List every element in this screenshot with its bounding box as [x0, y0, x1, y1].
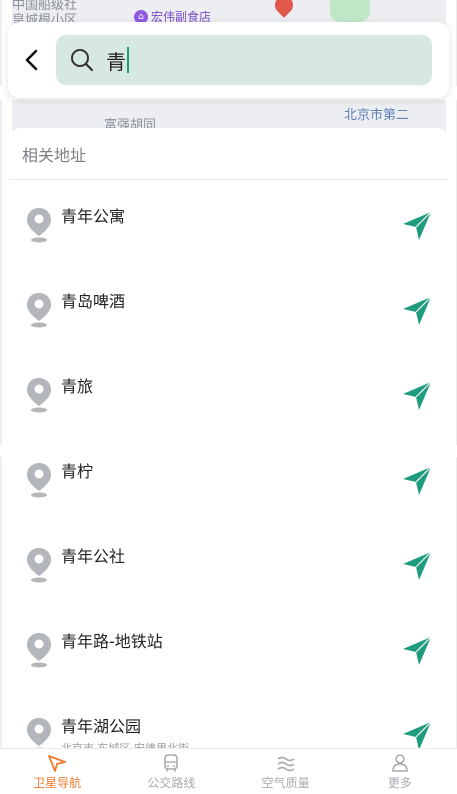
- navigate-arrow-icon[interactable]: [401, 210, 433, 242]
- navigate-arrow-icon[interactable]: [401, 550, 433, 582]
- results-header: 相关地址: [10, 128, 447, 180]
- search-icon: [70, 47, 96, 73]
- wind-waves-icon: [277, 756, 295, 771]
- result-item[interactable]: 青柠: [10, 435, 447, 520]
- result-name: 青年湖公园: [61, 717, 142, 736]
- map-green-area: [330, 0, 370, 22]
- result-name: 青柠: [61, 462, 94, 481]
- tab-bus-route[interactable]: 公交路线: [114, 749, 228, 794]
- navigate-arrow-icon[interactable]: [401, 295, 433, 327]
- tab-label: 卫星导航: [33, 775, 82, 790]
- tab-label: 公交路线: [147, 775, 196, 790]
- location-pin-icon: [27, 718, 51, 750]
- result-name: 青岛啤酒: [61, 292, 126, 311]
- search-input-value: 青: [106, 49, 126, 74]
- chevron-left-icon: [25, 49, 38, 71]
- result-name: 青旅: [61, 377, 94, 396]
- location-pin-icon: [27, 633, 51, 668]
- result-name: 青年公社: [61, 547, 126, 566]
- result-item[interactable]: 青年路-地铁站: [10, 605, 447, 690]
- result-item[interactable]: 青年公寓: [10, 180, 447, 265]
- location-pin-icon: [27, 293, 51, 328]
- result-name: 青年路-地铁站: [61, 632, 163, 651]
- search-input[interactable]: 青: [106, 46, 129, 75]
- navigate-arrow-icon[interactable]: [401, 720, 433, 750]
- location-pin-icon: [27, 208, 51, 243]
- result-item[interactable]: 青年湖公园 北京市 东城区 安德里北街: [10, 690, 447, 750]
- location-pin-icon: [27, 548, 51, 583]
- bus-icon: [164, 753, 179, 772]
- result-item[interactable]: 青岛啤酒: [10, 265, 447, 350]
- tab-more[interactable]: 更多: [343, 749, 457, 794]
- map-red-pin-icon: [271, 0, 297, 18]
- user-icon: [392, 753, 408, 772]
- text-cursor: [127, 47, 129, 73]
- tab-label: 空气质量: [261, 775, 310, 790]
- navigate-arrow-icon[interactable]: [401, 635, 433, 667]
- bottom-tab-bar: 卫星导航 公交路线 空气质量 更多: [0, 748, 457, 794]
- result-item[interactable]: 青年公社: [10, 520, 447, 605]
- navigate-arrow-icon[interactable]: [401, 380, 433, 412]
- location-pin-icon: [27, 463, 51, 498]
- tab-air-quality[interactable]: 空气质量: [229, 749, 343, 794]
- navigate-arrow-icon[interactable]: [401, 465, 433, 497]
- map-label: 北京市第二: [344, 108, 410, 123]
- result-name: 青年公寓: [61, 207, 126, 226]
- back-button[interactable]: [12, 30, 52, 90]
- result-list: 青年公寓青岛啤酒青旅青柠青年公社青年路-地铁站青年湖公园 北京市 东城区 安德里北…: [10, 180, 447, 750]
- map-road: [446, 0, 456, 794]
- tab-label: 更多: [387, 775, 412, 790]
- location-pin-icon: [27, 378, 51, 413]
- search-input-container[interactable]: 青: [56, 35, 432, 85]
- search-results-panel[interactable]: 相关地址 青年公寓青岛啤酒青旅青柠青年公社青年路-地铁站青年湖公园 北京市 东城区…: [10, 128, 447, 750]
- result-item[interactable]: 青旅: [10, 350, 447, 435]
- tab-satellite-navigation[interactable]: 卫星导航: [0, 749, 114, 794]
- navigation-arrow-icon: [48, 754, 67, 772]
- search-bar: 青: [8, 22, 449, 98]
